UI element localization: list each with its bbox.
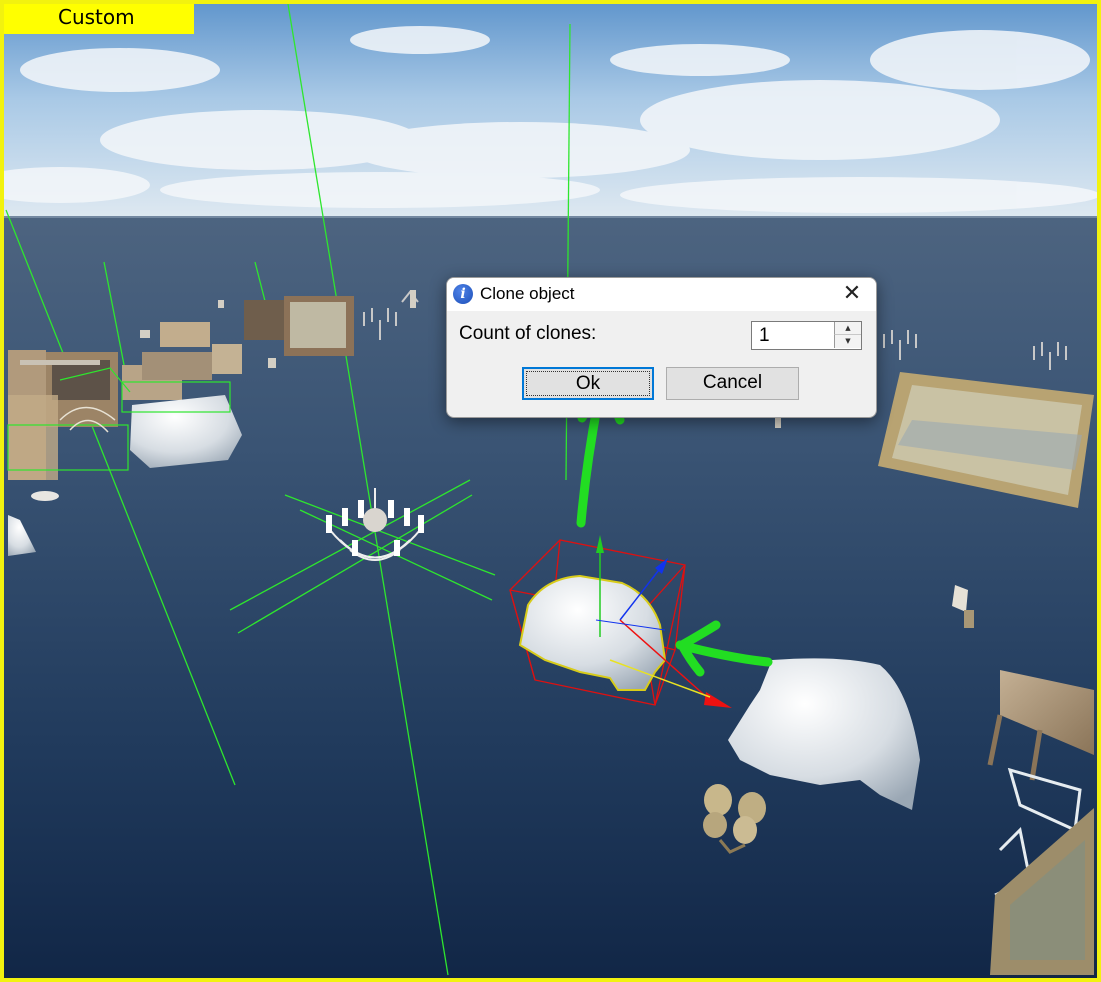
info-icon: i: [453, 284, 473, 304]
close-icon[interactable]: ✕: [840, 282, 864, 306]
spin-down-icon[interactable]: ▼: [834, 335, 861, 348]
ok-focus-ring: [526, 371, 650, 396]
ok-button[interactable]: Ok: [522, 367, 654, 400]
cancel-button-label: Cancel: [702, 372, 763, 393]
clone-object-dialog: i Clone object ✕ Count of clones: ▲ ▼ Ok…: [446, 277, 877, 418]
3d-viewport[interactable]: Custom i Clone object ✕ Count of clones:…: [0, 0, 1101, 982]
viewport-mode-label: Custom: [4, 4, 194, 34]
dialog-title: Clone object: [480, 284, 575, 303]
count-of-clones-input[interactable]: [752, 322, 834, 349]
scene-view[interactable]: [0, 0, 1101, 982]
spin-up-icon[interactable]: ▲: [834, 322, 861, 335]
count-of-clones-spinner[interactable]: ▲ ▼: [751, 321, 862, 350]
dialog-titlebar[interactable]: i Clone object ✕: [447, 278, 876, 311]
count-of-clones-label: Count of clones:: [459, 323, 597, 344]
cancel-button[interactable]: Cancel: [666, 367, 799, 400]
